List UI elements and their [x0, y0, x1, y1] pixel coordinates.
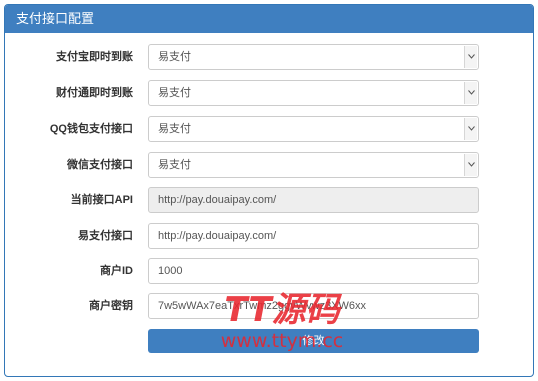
panel-title: 支付接口配置 — [5, 5, 533, 33]
field-label: 商户ID — [100, 265, 133, 277]
tenpay-select[interactable]: 易支付 — [148, 80, 479, 106]
merchant-id-input[interactable]: 1000 — [148, 258, 479, 284]
form-row-wxpay: 微信支付接口 易支付 — [5, 152, 533, 178]
select-value: 易支付 — [158, 51, 191, 63]
form-row-tenpay: 财付通即时到账 易支付 — [5, 80, 533, 106]
merchant-key-input[interactable]: 7w5wWAx7eaTxrTwmz2ggvWvwz3XW6xx — [148, 293, 479, 319]
form-row-merchant-id: 商户ID 1000 — [5, 258, 533, 284]
select-value: 易支付 — [158, 87, 191, 99]
field-label: 支付宝即时到账 — [56, 51, 133, 63]
field-label: 易支付接口 — [78, 230, 133, 242]
select-value: 易支付 — [158, 159, 191, 171]
chevron-down-icon[interactable] — [464, 82, 477, 104]
submit-button[interactable]: 修改 — [148, 329, 479, 353]
select-value: 易支付 — [158, 123, 191, 135]
form-row-alipay: 支付宝即时到账 易支付 — [5, 44, 533, 70]
form-row-current-api: 当前接口API http://pay.douaipay.com/ — [5, 187, 533, 213]
chevron-down-icon[interactable] — [464, 154, 477, 176]
alipay-select[interactable]: 易支付 — [148, 44, 479, 70]
field-label: 微信支付接口 — [67, 159, 133, 171]
current-api-field: http://pay.douaipay.com/ — [148, 187, 479, 213]
chevron-down-icon[interactable] — [464, 118, 477, 140]
form-row-qqpay: QQ钱包支付接口 易支付 — [5, 116, 533, 142]
field-label: 财付通即时到账 — [56, 87, 133, 99]
field-label: 商户密钥 — [89, 300, 133, 312]
form-row-merchant-key: 商户密钥 7w5wWAx7eaTxrTwmz2ggvWvwz3XW6xx — [5, 293, 533, 319]
qqpay-select[interactable]: 易支付 — [148, 116, 479, 142]
field-label: QQ钱包支付接口 — [49, 123, 133, 135]
field-label: 当前接口API — [70, 194, 133, 206]
epay-api-input[interactable]: http://pay.douaipay.com/ — [148, 223, 479, 249]
form-row-epay-api: 易支付接口 http://pay.douaipay.com/ — [5, 223, 533, 249]
chevron-down-icon[interactable] — [464, 46, 477, 68]
payment-config-panel: 支付接口配置 支付宝即时到账 易支付 财付通即时到账 易支付 QQ钱包支付接口 … — [4, 4, 534, 377]
wxpay-select[interactable]: 易支付 — [148, 152, 479, 178]
